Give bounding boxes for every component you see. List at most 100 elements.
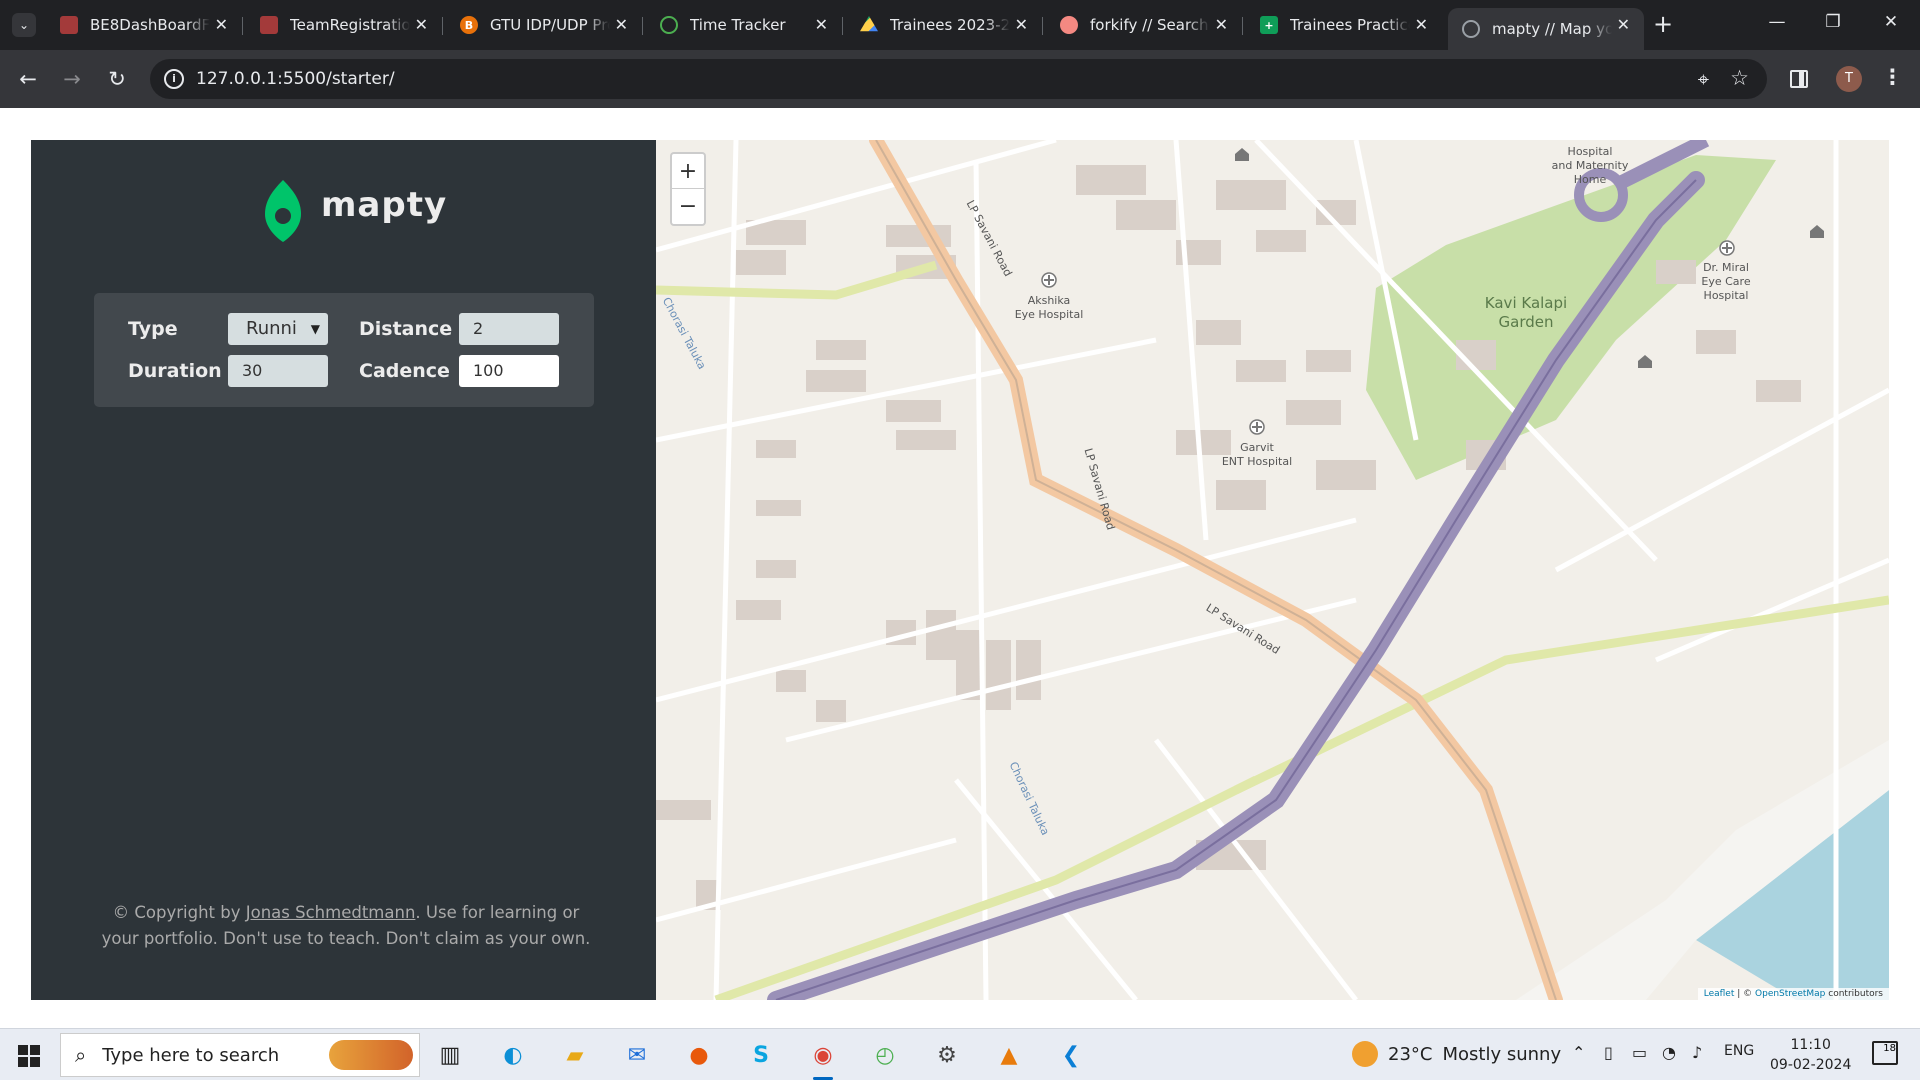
map-label-akshika: Akshika <box>1028 294 1071 307</box>
taskbar-search-box[interactable]: ⌕ Type here to search <box>60 1033 420 1077</box>
wifi-icon[interactable]: ◔ <box>1662 1043 1676 1062</box>
zoom-out-button[interactable]: − <box>672 189 704 224</box>
tab-close-icon[interactable]: ✕ <box>1215 15 1228 34</box>
map-pin-icon <box>265 180 301 242</box>
map-label-taluka-1: Chorasi Taluka <box>660 295 709 371</box>
tab-trainees-practice[interactable]: + Trainees Practice ✕ <box>1246 8 1442 42</box>
volume-icon[interactable]: ♪ <box>1692 1043 1702 1062</box>
url-text[interactable]: 127.0.0.1:5500/starter/ <box>196 69 395 89</box>
clock[interactable]: 11:10 09-02-2024 <box>1770 1035 1851 1075</box>
duration-input[interactable]: 30 <box>228 355 328 387</box>
sun-icon <box>1352 1041 1378 1067</box>
vlc-icon[interactable]: ▲ <box>991 1037 1027 1073</box>
logo: mapty <box>263 178 447 244</box>
type-label: Type <box>128 318 178 340</box>
map-label-garvit: Garvit <box>1240 441 1274 454</box>
bookmark-star-icon[interactable]: ☆ <box>1730 66 1749 90</box>
time-tracker-icon[interactable]: ◴ <box>867 1037 903 1073</box>
device-icon[interactable]: ▯ <box>1604 1043 1613 1062</box>
cadence-label: Cadence <box>359 360 450 382</box>
map-label-garden: Garden <box>1499 313 1554 331</box>
zoom-control: + − <box>670 152 706 226</box>
tab-close-icon[interactable]: ✕ <box>415 15 428 34</box>
battery-icon[interactable]: ▭ <box>1632 1043 1647 1062</box>
forkify-icon <box>1060 16 1078 34</box>
skype-icon[interactable]: S <box>743 1037 779 1073</box>
attribution-separator: | © <box>1734 989 1756 999</box>
tab-close-icon[interactable]: ✕ <box>1015 15 1028 34</box>
map-label-home: Home <box>1574 173 1607 186</box>
search-placeholder: Type here to search <box>102 1044 280 1066</box>
google-sheets-icon: + <box>1260 16 1278 34</box>
tab-close-icon[interactable]: ✕ <box>615 15 628 34</box>
notification-icon[interactable]: 18 <box>1872 1041 1898 1065</box>
tab-title: Trainees Practice <box>1290 16 1410 34</box>
map-container[interactable]: Akshika Eye Hospital Garvit ENT Hospital… <box>656 140 1889 1000</box>
tab-forkify[interactable]: forkify // Search ✕ <box>1046 8 1243 42</box>
distance-input[interactable]: 2 <box>459 313 559 345</box>
tab-close-icon[interactable]: ✕ <box>1415 15 1428 34</box>
close-window-icon[interactable]: ✕ <box>1876 12 1906 32</box>
profile-avatar[interactable]: T <box>1836 66 1862 92</box>
attribution-tail: contributors <box>1825 989 1883 999</box>
site-info-icon[interactable]: i <box>164 69 184 89</box>
tab-mapty[interactable]: mapty // Map your ✕ <box>1448 8 1644 50</box>
map-label-kavi-kalapi: Kavi Kalapi <box>1485 294 1567 312</box>
leaflet-link[interactable]: Leaflet <box>1704 989 1735 999</box>
tab-title: Time Tracker <box>690 16 786 34</box>
back-arrow-icon[interactable]: ← <box>14 65 42 93</box>
weather-description: Mostly sunny <box>1442 1043 1562 1065</box>
task-view-icon[interactable]: ▥ <box>432 1037 468 1073</box>
workout-form: Type Runni ▼ Distance 2 Duration 30 Cade… <box>94 293 594 407</box>
tab-gtu-idp[interactable]: B GTU IDP/UDP Pro ✕ <box>446 8 643 42</box>
edge-icon[interactable]: ◐ <box>495 1037 531 1073</box>
firefox-icon[interactable]: ● <box>681 1037 717 1073</box>
map-label-taluka-2: Chorasi Taluka <box>1006 760 1051 838</box>
chevron-up-icon[interactable]: ⌃ <box>1572 1043 1585 1062</box>
side-panel-icon[interactable] <box>1790 70 1808 88</box>
vscode-icon[interactable]: ❮ <box>1053 1037 1089 1073</box>
copyright-prefix: © Copyright by <box>112 903 246 922</box>
osm-link[interactable]: OpenStreetMap <box>1755 989 1825 999</box>
tab-search-button[interactable]: ⌄ <box>12 13 36 37</box>
tab-favicon-icon <box>60 16 78 34</box>
address-bar[interactable]: i 127.0.0.1:5500/starter/ ⌖ ☆ <box>150 59 1767 99</box>
globe-icon <box>1462 20 1480 38</box>
weather-widget[interactable]: 23°C Mostly sunny <box>1352 1041 1561 1067</box>
zoom-in-button[interactable]: + <box>672 154 704 189</box>
tab-trainees-2023[interactable]: Trainees 2023-2024 ✕ <box>846 8 1043 42</box>
restore-icon[interactable]: ❐ <box>1818 12 1848 32</box>
map-label-road-3: LP Savani Road <box>1204 601 1282 657</box>
browser-tab-strip: ⌄ BE8DashBoardForm ✕ TeamRegistration ✕ … <box>0 0 1920 50</box>
windows-start-icon[interactable] <box>18 1045 40 1067</box>
menu-kebab-icon[interactable]: ⋮ <box>1882 65 1903 89</box>
author-link[interactable]: Jonas Schmedtmann <box>246 903 416 922</box>
windows-taskbar: ⌕ Type here to search ▥ ◐ ▰ ✉ ● S ◉ ◴ ⚙ … <box>0 1028 1920 1080</box>
map-label-hospital-2: Hospital <box>1704 289 1749 302</box>
reload-icon[interactable]: ↻ <box>103 65 131 93</box>
mail-icon[interactable]: ✉ <box>619 1037 655 1073</box>
type-select[interactable]: Runni ▼ <box>228 313 328 345</box>
distance-label: Distance <box>359 318 453 340</box>
map-tiles[interactable]: Akshika Eye Hospital Garvit ENT Hospital… <box>656 140 1889 1000</box>
google-drive-icon <box>860 16 878 32</box>
settings-gear-icon[interactable]: ⚙ <box>929 1037 965 1073</box>
location-pin-icon[interactable]: ⌖ <box>1698 67 1709 91</box>
forward-arrow-icon[interactable]: → <box>58 65 86 93</box>
tab-title: Trainees 2023-2024 <box>890 16 1010 34</box>
file-explorer-icon[interactable]: ▰ <box>557 1037 593 1073</box>
tab-close-icon[interactable]: ✕ <box>815 15 828 34</box>
tab-close-icon[interactable]: ✕ <box>1617 15 1630 34</box>
language-indicator[interactable]: ENG <box>1724 1043 1754 1059</box>
minimize-icon[interactable]: — <box>1762 12 1792 32</box>
duration-row: Duration 30 <box>128 355 328 387</box>
tab-time-tracker[interactable]: Time Tracker ✕ <box>646 8 843 42</box>
new-tab-button[interactable]: + <box>1650 12 1676 38</box>
tab-close-icon[interactable]: ✕ <box>215 15 228 34</box>
tab-teamregistration[interactable]: TeamRegistration ✕ <box>246 8 443 42</box>
page-content: mapty Type Runni ▼ Distance 2 Duration 3… <box>0 108 1920 1028</box>
chrome-icon[interactable]: ◉ <box>805 1037 841 1080</box>
cadence-input[interactable]: 100 <box>459 355 559 387</box>
tab-be8dashboard[interactable]: BE8DashBoardForm ✕ <box>46 8 243 42</box>
tab-favicon-icon <box>260 16 278 34</box>
